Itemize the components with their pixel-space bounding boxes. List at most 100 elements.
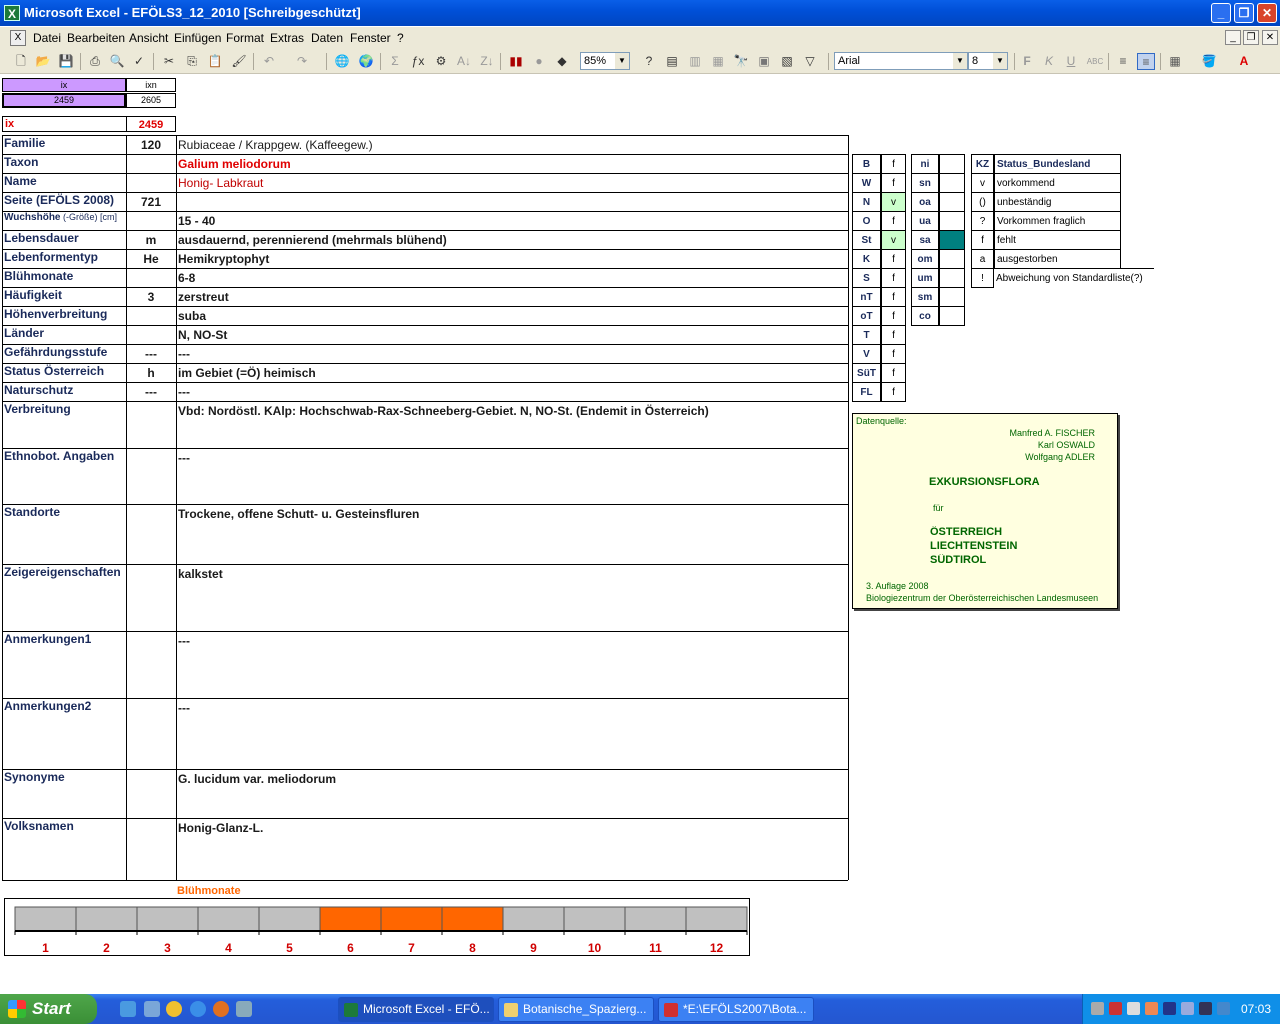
- copy-icon[interactable]: ⎘: [183, 53, 201, 70]
- quicklaunch-icon-2[interactable]: [144, 1001, 160, 1017]
- menu-einfuegen[interactable]: Einfügen: [174, 31, 221, 45]
- menu-format[interactable]: Format: [226, 31, 264, 45]
- quicklaunch-icon-3[interactable]: [236, 1001, 252, 1017]
- field-value[interactable]: ---: [178, 385, 846, 399]
- undo-icon[interactable]: ↶: [260, 53, 278, 70]
- italic-button[interactable]: K: [1040, 53, 1058, 70]
- hoehe-flag[interactable]: [939, 154, 965, 174]
- field-value[interactable]: zerstreut: [178, 290, 846, 304]
- land-flag[interactable]: f: [881, 211, 906, 231]
- field-code[interactable]: 120: [127, 138, 175, 152]
- land-flag[interactable]: f: [881, 249, 906, 269]
- toolbar-icon-d[interactable]: ▣: [755, 53, 773, 70]
- menu-bearbeiten[interactable]: Bearbeiten: [67, 31, 125, 45]
- new-icon[interactable]: 🗋: [12, 53, 30, 70]
- document-icon[interactable]: X: [10, 30, 26, 46]
- align-center-icon[interactable]: ≡: [1137, 53, 1155, 70]
- land-flag[interactable]: f: [881, 382, 906, 402]
- menu-ansicht[interactable]: Ansicht: [129, 31, 168, 45]
- land-flag[interactable]: v: [881, 192, 906, 212]
- fill-color-icon[interactable]: 🪣: [1200, 53, 1218, 70]
- cut-icon[interactable]: ✂: [160, 53, 178, 70]
- function-icon[interactable]: ƒx: [409, 53, 427, 70]
- font-color-icon[interactable]: A: [1235, 53, 1253, 70]
- field-value[interactable]: Rubiaceae / Krappgew. (Kaffeegew.): [178, 138, 846, 152]
- land-flag[interactable]: f: [881, 154, 906, 174]
- field-value[interactable]: 6-8: [178, 271, 846, 285]
- hoehe-flag[interactable]: [939, 192, 965, 212]
- field-value[interactable]: ---: [178, 701, 846, 715]
- bold-button[interactable]: F: [1018, 53, 1036, 70]
- task-excel[interactable]: Microsoft Excel - EFÖ...: [338, 997, 494, 1022]
- field-value[interactable]: Honig-Glanz-L.: [178, 821, 846, 835]
- field-value[interactable]: im Gebiet (=Ö) heimisch: [178, 366, 846, 380]
- web-icon[interactable]: 🌍: [357, 53, 375, 70]
- media-player-icon[interactable]: [166, 1001, 182, 1017]
- toolbar-icon-e[interactable]: ▧: [778, 53, 796, 70]
- hoehe-flag[interactable]: [939, 211, 965, 231]
- security-icon[interactable]: [1109, 1002, 1122, 1015]
- field-value[interactable]: ausdauernd, perennierend (mehrmals blühe…: [178, 233, 846, 247]
- field-value[interactable]: 15 - 40: [178, 214, 846, 228]
- land-flag[interactable]: f: [881, 363, 906, 383]
- help-icon[interactable]: ?: [640, 53, 658, 70]
- field-code[interactable]: 721: [127, 195, 175, 209]
- field-value[interactable]: N, NO-St: [178, 328, 846, 342]
- task-folder[interactable]: Botanische_Spazierg...: [498, 997, 654, 1022]
- hoehe-flag[interactable]: [939, 268, 965, 288]
- menu-daten[interactable]: Daten: [311, 31, 343, 45]
- menu-help[interactable]: ?: [397, 31, 404, 45]
- map-icon[interactable]: ●: [530, 53, 548, 70]
- land-flag[interactable]: f: [881, 268, 906, 288]
- network-icon[interactable]: [1091, 1002, 1104, 1015]
- field-code[interactable]: ---: [127, 347, 175, 361]
- shield-icon[interactable]: [1163, 1002, 1176, 1015]
- doc-close-button[interactable]: ✕: [1262, 30, 1278, 45]
- land-flag[interactable]: f: [881, 306, 906, 326]
- sort-desc-icon[interactable]: Z↓: [478, 53, 496, 70]
- land-flag[interactable]: f: [881, 173, 906, 193]
- hoehe-flag[interactable]: [939, 287, 965, 307]
- firefox-icon[interactable]: [213, 1001, 229, 1017]
- chart-icon[interactable]: ▮▮: [507, 53, 525, 70]
- hoehe-flag[interactable]: [939, 230, 965, 250]
- field-code[interactable]: m: [127, 233, 175, 247]
- underline-button[interactable]: U: [1062, 53, 1080, 70]
- sort-asc-icon[interactable]: A↓: [455, 53, 473, 70]
- field-code[interactable]: ---: [127, 385, 175, 399]
- quicklaunch-icon-1[interactable]: [120, 1001, 136, 1017]
- field-value[interactable]: G. lucidum var. meliodorum: [178, 772, 846, 786]
- field-value[interactable]: Hemikryptophyt: [178, 252, 846, 266]
- spellcheck-abc-icon[interactable]: ABC: [1086, 53, 1104, 70]
- print-preview-icon[interactable]: 🔍: [108, 53, 126, 70]
- field-value[interactable]: ---: [178, 634, 846, 648]
- paste-icon[interactable]: 📋: [206, 53, 224, 70]
- tray-icon-c[interactable]: [1199, 1002, 1212, 1015]
- redo-icon[interactable]: ↷: [293, 53, 311, 70]
- field-code[interactable]: h: [127, 366, 175, 380]
- toolbar-icon-b[interactable]: ▥: [686, 53, 704, 70]
- field-value[interactable]: kalkstet: [178, 567, 846, 581]
- hoehe-flag[interactable]: [939, 173, 965, 193]
- field-value[interactable]: Trockene, offene Schutt- u. Gesteinsflur…: [178, 507, 846, 521]
- print-icon[interactable]: ⎙: [86, 53, 104, 70]
- search-icon[interactable]: [1127, 1002, 1140, 1015]
- font-size-combo[interactable]: 8 ▼: [968, 52, 1008, 70]
- zoom-combo[interactable]: 85% ▼: [580, 52, 630, 70]
- field-value[interactable]: ---: [178, 347, 846, 361]
- hyperlink-icon[interactable]: 🌐: [333, 53, 351, 70]
- format-painter-icon[interactable]: 🖌: [230, 53, 248, 70]
- field-value[interactable]: Honig- Labkraut: [178, 176, 846, 190]
- toolbar-icon-c[interactable]: ▦: [709, 53, 727, 70]
- field-value[interactable]: ---: [178, 451, 846, 465]
- hoehe-flag[interactable]: [939, 306, 965, 326]
- align-left-icon[interactable]: ≡: [1114, 53, 1132, 70]
- font-combo[interactable]: Arial ▼: [834, 52, 968, 70]
- tray-icon-d[interactable]: [1217, 1002, 1230, 1015]
- menu-fenster[interactable]: Fenster: [350, 31, 391, 45]
- field-value[interactable]: suba: [178, 309, 846, 323]
- start-button[interactable]: Start: [0, 994, 97, 1024]
- borders-icon[interactable]: ▦: [1166, 53, 1184, 70]
- save-icon[interactable]: 💾: [57, 53, 75, 70]
- menu-extras[interactable]: Extras: [270, 31, 304, 45]
